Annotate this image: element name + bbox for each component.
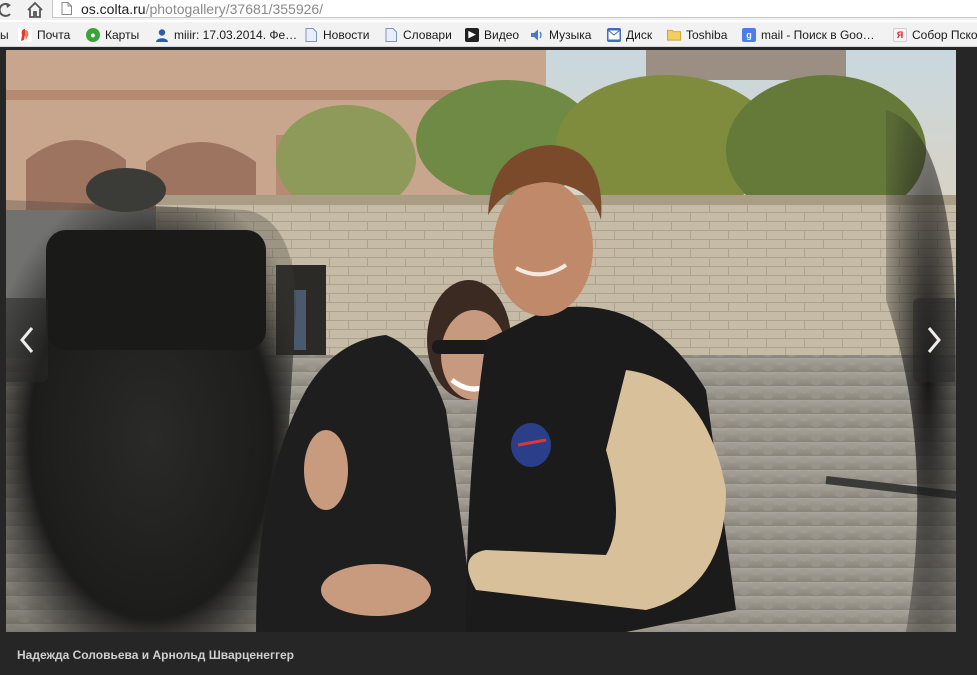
bookmark-label: Собор Пско [912,27,977,42]
yandex-icon: Я [893,27,907,42]
address-bar: os.colta.ru/photogallery/37681/355926/ [0,0,977,20]
bookmark-label: Почта [37,27,71,42]
url-text: os.colta.ru/photogallery/37681/355926/ [81,1,323,17]
bookmark-miiir[interactable]: miiir: 17.03.2014. Фе… [155,22,298,46]
page-icon [61,2,72,15]
bookmark-label: Toshiba [686,27,728,42]
bookmark-sobor[interactable]: Я Собор Пско [893,22,977,46]
page-icon [304,27,318,42]
url-host: os.colta.ru [81,1,146,17]
bookmark-label: ы [0,27,9,42]
livejournal-user-icon [155,28,169,42]
bookmark-karty[interactable]: ● Карты [86,22,140,46]
bookmark-slovari[interactable]: Словари [384,22,452,46]
mail-envelope-icon [607,27,621,42]
yandex-mail-icon [18,27,32,42]
bookmark-disk[interactable]: Диск [607,22,653,46]
bookmark-cut-off[interactable]: ы [0,22,9,46]
bookmark-novosti[interactable]: Новости [304,22,370,46]
music-speaker-icon [530,28,544,42]
video-play-icon: ▶ [465,27,479,42]
reload-icon[interactable] [0,0,14,20]
bookmark-label: Новости [323,27,370,42]
photo-illustration [6,50,956,632]
photo-caption: Надежда Соловьева и Арнольд Шварценеггер [17,648,294,662]
next-photo-button[interactable] [913,298,955,382]
chevron-left-icon [20,327,34,353]
url-field[interactable]: os.colta.ru/photogallery/37681/355926/ [52,0,977,18]
bookmark-label: Диск [626,27,653,42]
bookmark-video[interactable]: ▶ Видео [465,22,520,46]
bookmark-pochta[interactable]: Почта [18,22,71,46]
previous-photo-button[interactable] [6,298,48,382]
yandex-maps-icon: ● [86,27,100,42]
photo-gallery: Надежда Соловьева и Арнольд Шварценеггер [0,47,977,675]
bookmark-label: Музыка [549,27,592,42]
home-icon[interactable] [26,1,44,19]
bookmark-label: Словари [403,27,452,42]
url-path: /photogallery/37681/355926/ [145,1,324,17]
bookmark-label: mail - Поиск в Goo… [761,27,875,42]
page-icon [384,27,398,42]
gallery-photo [6,50,956,632]
bookmark-google-search[interactable]: g mail - Поиск в Goo… [742,22,875,46]
chevron-right-icon [927,327,941,353]
bookmark-label: miiir: 17.03.2014. Фе… [174,27,298,42]
bookmark-label: Карты [105,27,140,42]
bookmark-toshiba[interactable]: Toshiba [667,22,728,46]
folder-icon [667,28,681,42]
google-icon: g [742,27,756,42]
bookmarks-bar: ы Почта ● Карты miiir: 17.03.2014. Фе… Н… [0,22,977,47]
bookmark-label: Видео [484,27,520,42]
bookmark-muzyka[interactable]: Музыка [530,22,592,46]
